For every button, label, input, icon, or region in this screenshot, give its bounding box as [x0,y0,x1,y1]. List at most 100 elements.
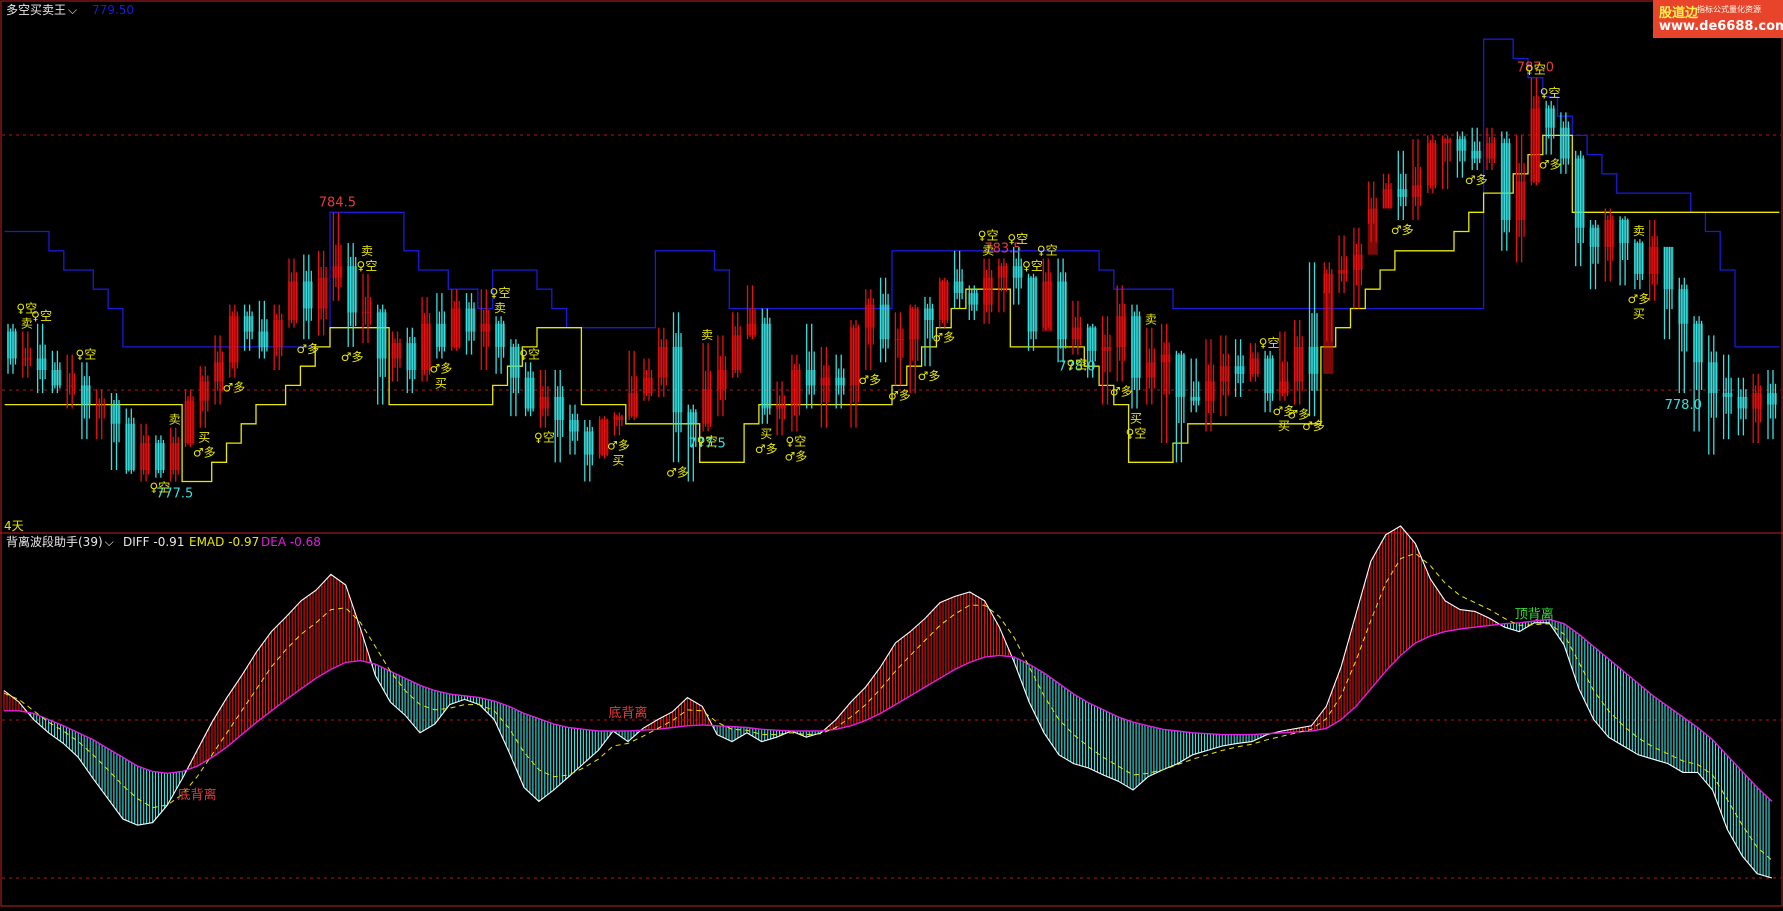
up-candle-body [1604,220,1615,247]
up-candle-body [1116,316,1127,347]
up-candle-body [1426,143,1437,186]
down-candle-body [1633,243,1644,274]
long-signal-mark: ♂多 [1110,385,1133,399]
buy-signal-mark: 买 [435,376,447,390]
long-signal-mark: ♂多 [1302,419,1325,433]
up-candle-body [983,277,994,305]
high-label: 784.5 [319,195,356,210]
down-candle-body [569,420,579,432]
down-candle-body [1397,189,1408,197]
short-signal-mark: ♀空 [697,435,718,449]
period-label: 4天 [4,519,24,533]
down-candle-body [1057,281,1068,340]
down-candle-body [435,323,446,347]
up-candle-body [643,377,653,394]
long-signal-mark: ♂多 [1465,173,1488,187]
chevron-down-icon[interactable]: ⌵ [68,3,77,17]
long-signal-mark: ♂多 [193,446,216,460]
buy-signal-mark: 买 [1633,307,1645,321]
up-candle-body [1648,246,1659,274]
bottom-panel-title[interactable]: 背离波段助手(39) ⌵ [6,535,114,549]
down-candle-body [1264,358,1275,394]
long-signal-mark: ♂多 [932,331,955,345]
down-candle-body [805,370,816,386]
top-panel-title[interactable]: 多空买卖王 ⌵ [6,3,77,17]
long-signal-mark: ♂多 [296,342,319,356]
sell-signal-mark: 卖 [494,301,506,315]
up-candle-body [1441,139,1452,143]
up-candle-body [1278,381,1289,393]
long-signal-mark: ♂多 [666,465,689,479]
bottom-panel-title-text: 背离波段助手(39) [6,535,103,549]
chart-frame [0,0,1783,907]
watermark-tagline: 指标公式量化资源 [1697,5,1761,14]
down-candle-body [1471,150,1482,159]
up-candle-body [184,400,195,444]
down-candle-body [968,293,979,305]
up-candle-body [731,335,742,370]
divergence-label: 底背离 [608,705,647,721]
long-signal-mark: ♂多 [858,373,881,387]
top-panel-title-text: 多空买卖王 [6,3,67,17]
emad-readout: EMAD -0.97 [189,535,260,549]
up-candle-body [1205,381,1215,401]
emad-line [3,552,1773,861]
up-candle-body [1219,366,1230,382]
divergence-label: 底背离 [178,787,217,803]
down-candle-body [406,343,417,370]
short-signal-mark: ♀空 [1525,63,1546,77]
down-candle-body [1589,227,1600,247]
up-candle-body [613,416,624,420]
current-price: 779.50 [92,3,134,17]
sell-signal-mark: 卖 [169,413,181,427]
buy-signal-mark: 买 [1130,411,1142,425]
down-candle-body [554,396,565,420]
up-candle-body [1367,208,1378,255]
dea-readout: DEA -0.68 [261,535,321,549]
chevron-down-icon[interactable]: ⌵ [105,535,114,549]
up-candle-body [997,266,1008,278]
down-candle-body [1663,246,1674,290]
up-candle-body [317,277,328,309]
down-candle-body [154,443,165,470]
long-signal-mark: ♂多 [784,450,807,464]
up-candle-body [657,346,668,378]
down-candle-body [36,358,47,370]
short-signal-mark: ♀空 [1259,336,1280,350]
down-candle-body [51,370,62,386]
long-signal-mark: ♂多 [888,388,911,402]
up-candle-body [628,393,639,417]
divergence-label: 顶背离 [1515,606,1554,622]
short-signal-mark: ♀空 [534,431,555,445]
down-candle-body [1175,354,1186,397]
long-signal-mark: ♂多 [1539,158,1562,172]
down-candle-body [1086,327,1097,351]
up-candle-body [21,358,32,360]
up-candle-body [1042,281,1053,332]
up-candle-body [1486,143,1496,159]
long-signal-mark: ♂多 [341,350,364,364]
down-candle-body [1027,277,1038,332]
short-signal-mark: ♀空 [150,481,171,495]
long-signal-mark: ♂多 [918,369,941,383]
down-candle-body [1559,127,1570,159]
sell-signal-mark: 卖 [361,244,373,258]
up-candle-body [1338,270,1349,274]
short-signal-mark: ♀空 [31,309,52,323]
up-candle-body [1352,254,1363,270]
low-label: 778.0 [1665,398,1702,413]
dea-line [4,618,1773,802]
short-signal-mark: ♀空 [785,435,806,449]
down-candle-body [1456,139,1467,151]
up-candle-body [702,389,713,424]
down-candle-body [7,331,17,359]
long-signal-mark: ♂多 [430,361,453,375]
down-candle-body [924,308,934,320]
up-candle-body [1323,273,1334,374]
long-signal-mark: ♂多 [1628,292,1651,306]
down-candle-body [465,308,476,332]
up-candle-body [1752,393,1763,409]
down-candle-body [1574,158,1585,228]
up-candle-body [1515,181,1526,220]
up-candle-body [1071,327,1082,340]
